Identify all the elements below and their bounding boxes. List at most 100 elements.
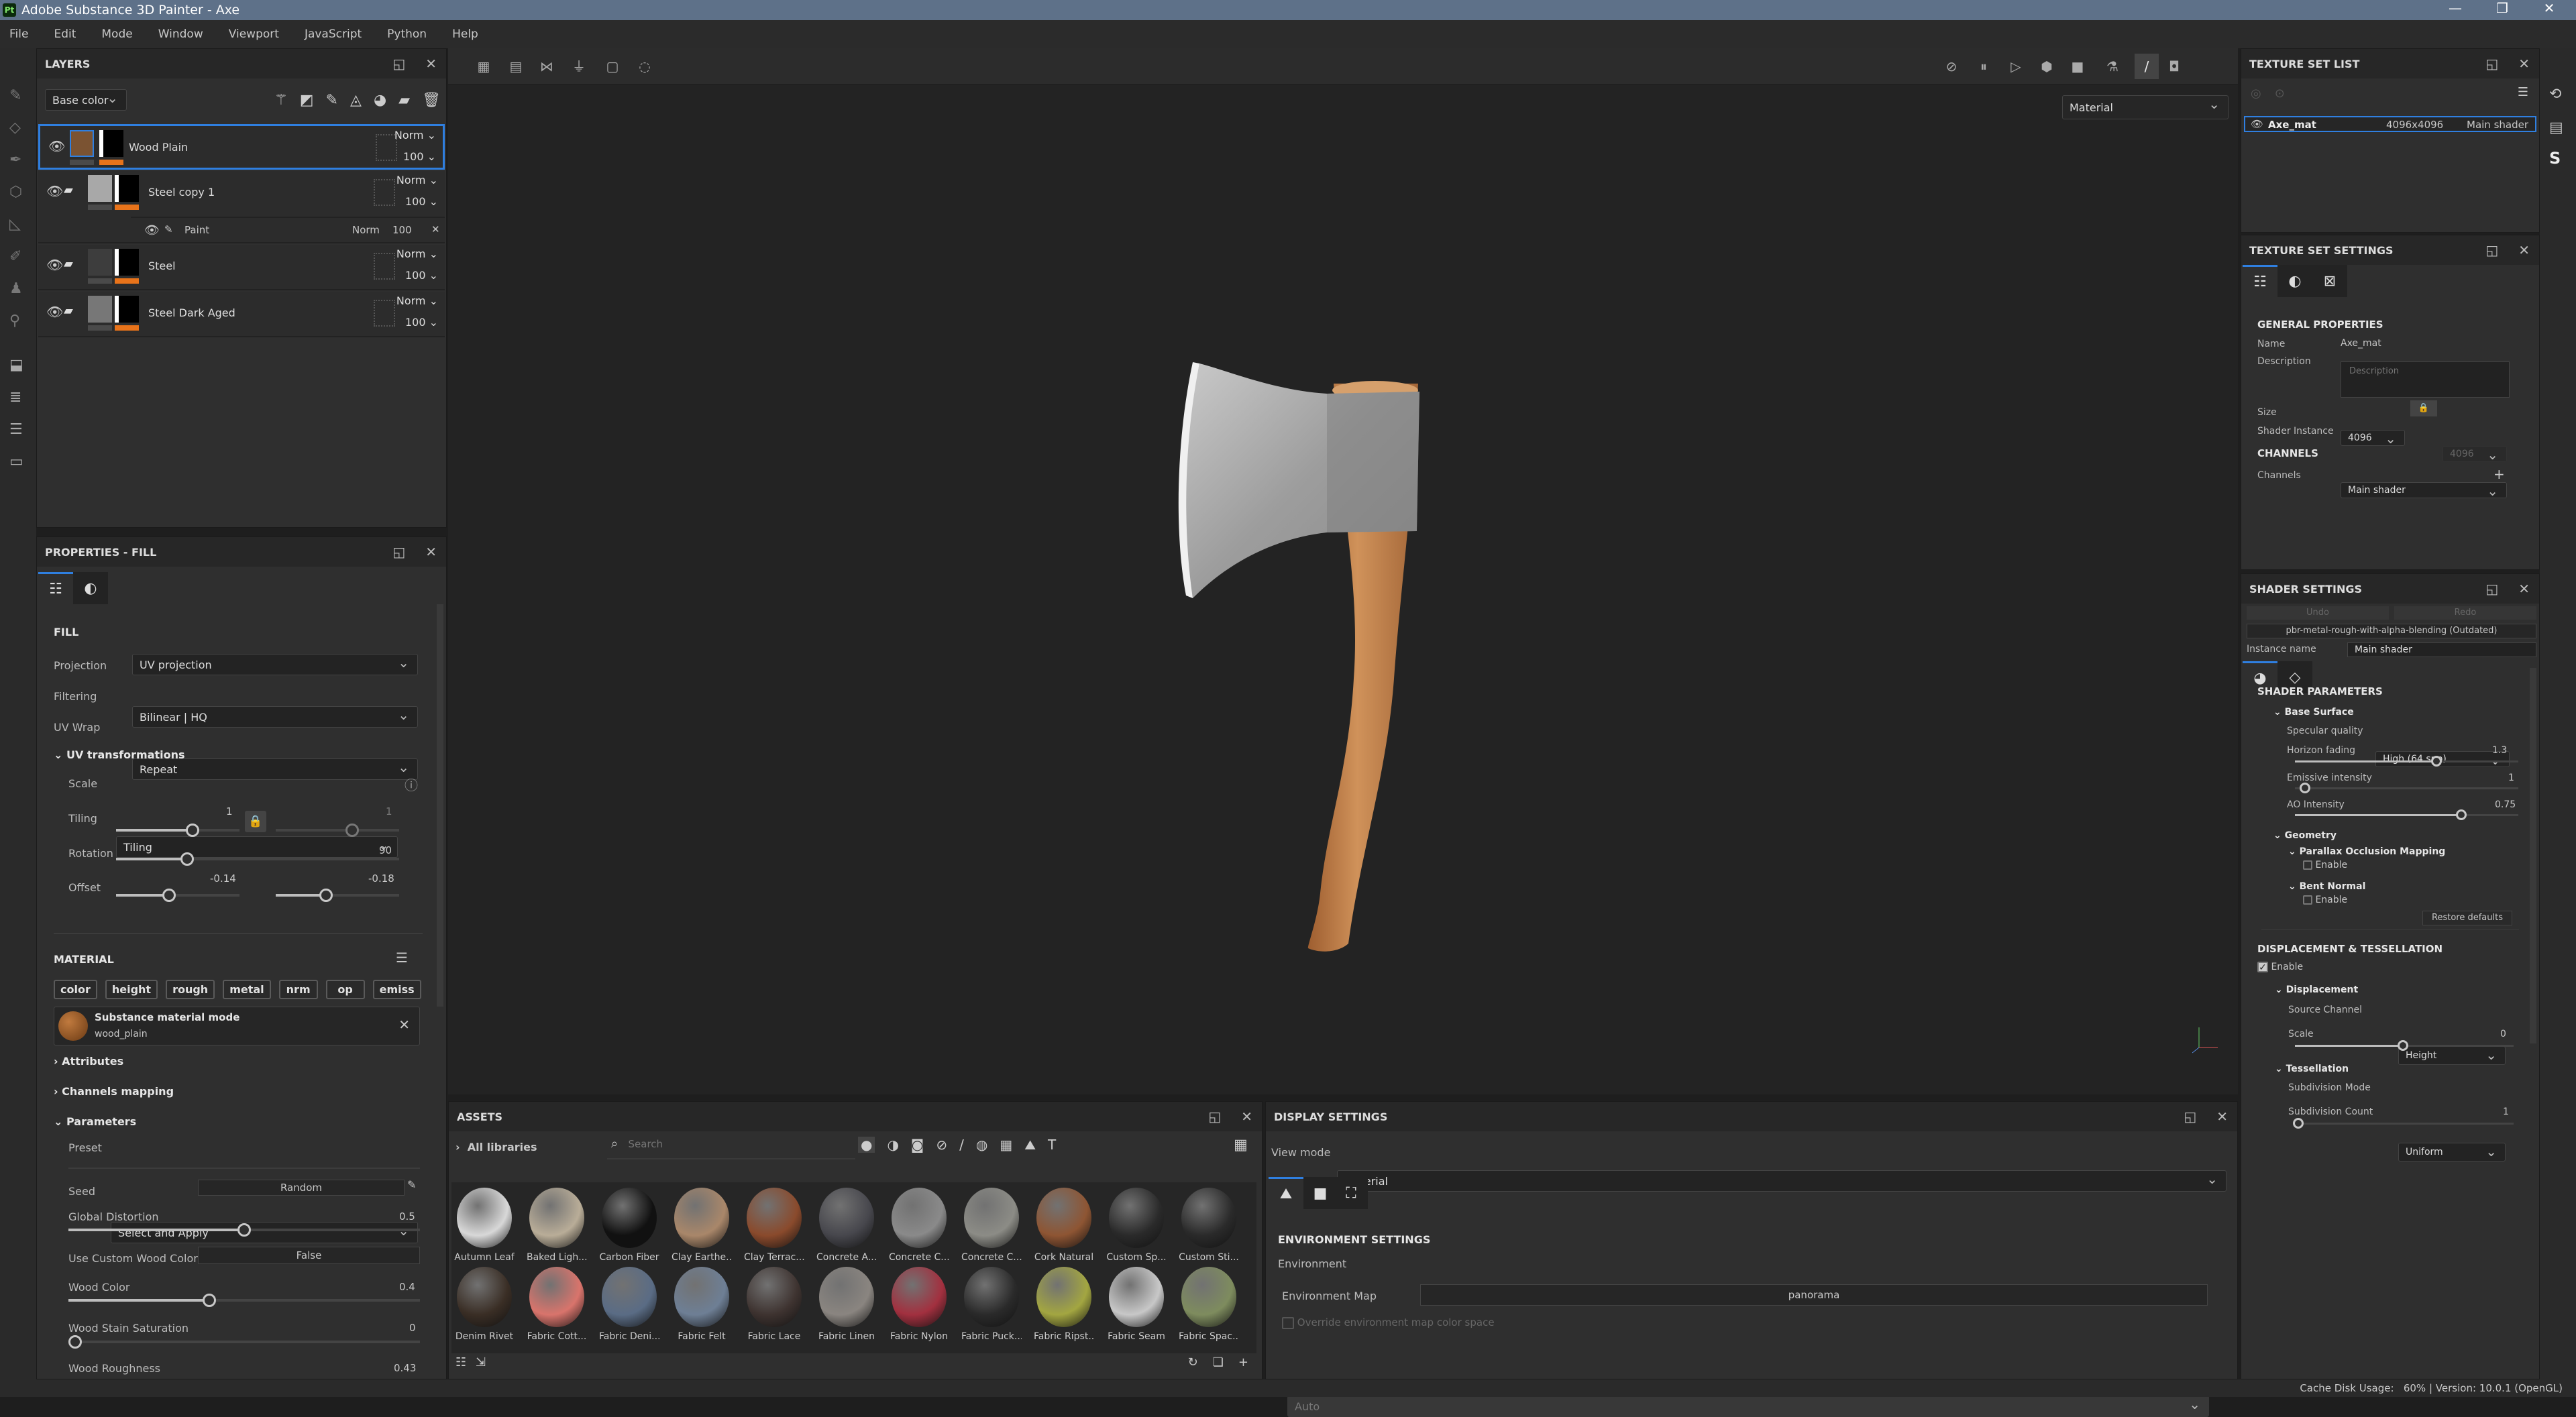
tab-material[interactable]: ◐: [73, 572, 108, 604]
tiling-v-slider[interactable]: [276, 824, 399, 837]
displacement-enable-checkbox[interactable]: ✓: [2257, 962, 2268, 973]
asset-item[interactable]: Concrete C...: [889, 1188, 949, 1263]
layer-thumbnail[interactable]: [88, 175, 112, 202]
asset-item[interactable]: Fabric Deni...: [599, 1267, 659, 1342]
restore-button[interactable]: ❐: [2482, 0, 2522, 16]
undock-icon[interactable]: ◱: [1208, 1109, 1221, 1125]
asset-item[interactable]: Fabric Puck...: [961, 1267, 1022, 1342]
viewport[interactable]: ▦ ▤ ⋈ ⏚ ▢ ◌ ⊘ ⏸ ▷ ⬢ ■ ⚗ / ◘ Material: [448, 48, 2238, 1094]
minimize-button[interactable]: —: [2435, 0, 2475, 16]
global-distortion-slider[interactable]: [68, 1223, 420, 1237]
add-mask-icon[interactable]: ◩: [300, 92, 314, 109]
close-icon[interactable]: ✕: [2518, 242, 2530, 258]
specular-quality-select[interactable]: High (64 spp): [2375, 751, 2510, 768]
layer-effect-slot[interactable]: [374, 253, 395, 280]
asset-item[interactable]: Concrete C...: [961, 1188, 1022, 1263]
screenshot-icon[interactable]: ◘: [2165, 58, 2183, 75]
frame-icon[interactable]: ▢: [604, 58, 621, 75]
close-icon[interactable]: ✕: [425, 544, 437, 560]
smudge-icon[interactable]: ✐: [9, 248, 21, 265]
asset-item[interactable]: Denim Rivet: [454, 1267, 515, 1342]
layer-effect-slot[interactable]: [374, 300, 395, 327]
layer-row[interactable]: 👁 Wood Plain Norm ⌄ 100 ⌄: [38, 124, 445, 170]
close-icon[interactable]: ✕: [2216, 1109, 2228, 1125]
new-window-icon[interactable]: ❏: [1213, 1355, 1224, 1369]
mask-thumbnail[interactable]: [115, 175, 139, 202]
add-folder-icon[interactable]: ▰: [398, 92, 410, 109]
asset-item[interactable]: Custom Sp...: [1106, 1188, 1167, 1263]
tab-fill-settings[interactable]: ☷: [38, 572, 73, 604]
filter-generators-icon[interactable]: ⊘: [936, 1137, 947, 1153]
assets-search[interactable]: ⌕: [607, 1137, 855, 1159]
filter-list-icon[interactable]: ☷: [455, 1355, 466, 1369]
view-2d-icon[interactable]: ▷: [2007, 58, 2025, 75]
eye-icon[interactable]: 👁: [144, 223, 160, 237]
hide-icon[interactable]: ⊘: [1943, 58, 1960, 75]
blend-mode-select[interactable]: Norm ⌄: [394, 129, 436, 141]
grid-icon[interactable]: ▤: [507, 58, 525, 75]
scale-select[interactable]: Tiling: [116, 836, 398, 858]
remove-sublayer-icon[interactable]: ✕: [431, 223, 440, 235]
stain-slider[interactable]: [68, 1335, 420, 1349]
blend-mode-select[interactable]: Norm ⌄: [396, 174, 438, 186]
asset-item[interactable]: Fabric Felt: [672, 1267, 732, 1342]
close-icon[interactable]: ✕: [1241, 1109, 1252, 1125]
filter-environments-icon[interactable]: ⛰: [1024, 1137, 1036, 1153]
paint-brush-icon[interactable]: ✎: [9, 87, 21, 104]
search-input[interactable]: [628, 1138, 830, 1150]
close-icon[interactable]: ✕: [425, 56, 437, 72]
instance-name-field[interactable]: Main shader: [2347, 642, 2536, 657]
undock-icon[interactable]: ◱: [2485, 581, 2498, 597]
channel-toggle-metal[interactable]: metal: [223, 980, 271, 999]
geometry-toggle[interactable]: ⌄ Geometry: [2273, 830, 2337, 841]
grid-view-icon[interactable]: ▦: [1234, 1137, 1248, 1153]
material-view-icon[interactable]: ⬢: [2038, 58, 2055, 75]
preset-select[interactable]: Select and Apply: [111, 1222, 418, 1243]
layer-name[interactable]: Steel: [148, 260, 176, 272]
eye-icon[interactable]: 👁: [46, 304, 63, 320]
tab-mesh-maps[interactable]: ⊠: [2312, 265, 2347, 297]
filtering-select[interactable]: Bilinear | HQ: [132, 706, 418, 728]
asset-item[interactable]: Fabric Nylon: [889, 1267, 949, 1342]
remove-material-icon[interactable]: ✕: [398, 1017, 410, 1033]
mask-thumbnail[interactable]: [115, 249, 139, 276]
close-window-button[interactable]: ✕: [2529, 0, 2569, 16]
eye-icon[interactable]: 👁: [46, 257, 63, 273]
layer-thumbnail[interactable]: [88, 249, 112, 276]
import-icon[interactable]: ⇲: [476, 1355, 486, 1369]
undock-icon[interactable]: ◱: [2184, 1109, 2196, 1125]
override-color-space-checkbox[interactable]: [1282, 1316, 1294, 1329]
reset-view-icon[interactable]: ◌: [636, 58, 653, 75]
info-icon[interactable]: ⓘ: [405, 775, 418, 794]
channel-toggle-nrm[interactable]: nrm: [278, 980, 318, 999]
geometry-mask-icon[interactable]: ⬡: [9, 184, 22, 201]
shader-file-button[interactable]: pbr-metal-rough-with-alpha-blending (Out…: [2247, 624, 2536, 638]
uvwrap-select[interactable]: Repeat: [132, 758, 418, 780]
asset-item[interactable]: Clay Terrac...: [744, 1188, 804, 1263]
tab-environment[interactable]: ⛰: [1269, 1177, 1303, 1209]
asset-item[interactable]: Clay Earthe...: [672, 1188, 732, 1263]
asset-item[interactable]: Fabric Spac...: [1179, 1267, 1239, 1342]
channels-menu-icon[interactable]: ☰: [396, 950, 408, 966]
blend-mode-select[interactable]: Norm ⌄: [396, 247, 438, 260]
ao-intensity-slider[interactable]: [2295, 809, 2518, 820]
layer-row[interactable]: 👁 ▰ Steel Norm ⌄ 100 ⌄: [38, 245, 445, 290]
layers-icon[interactable]: ≣: [9, 389, 21, 406]
filter-masks-icon[interactable]: ◙: [911, 1137, 924, 1153]
filter-materials-icon[interactable]: ●: [858, 1137, 875, 1153]
asset-item[interactable]: Fabric Cott...: [527, 1267, 587, 1342]
mask-thumbnail[interactable]: [115, 296, 139, 323]
view-mode-select[interactable]: Material: [1337, 1170, 2226, 1192]
paint-mode-icon[interactable]: /: [2135, 54, 2159, 79]
close-icon[interactable]: ✕: [2518, 581, 2530, 597]
edit-seed-icon[interactable]: ✎: [407, 1178, 416, 1191]
menu-help[interactable]: Help: [452, 27, 478, 41]
tab-general[interactable]: ☷: [2243, 265, 2277, 297]
subdivision-count-slider[interactable]: [2292, 1118, 2514, 1129]
undock-icon[interactable]: ◱: [2485, 56, 2498, 72]
eye-icon[interactable]: 👁: [46, 183, 63, 199]
tab-camera[interactable]: ■: [1303, 1177, 1337, 1209]
shader-scrollbar[interactable]: [2530, 668, 2536, 1043]
add-effect-icon[interactable]: ⚚: [274, 92, 288, 109]
offset-v-slider[interactable]: [276, 889, 399, 902]
